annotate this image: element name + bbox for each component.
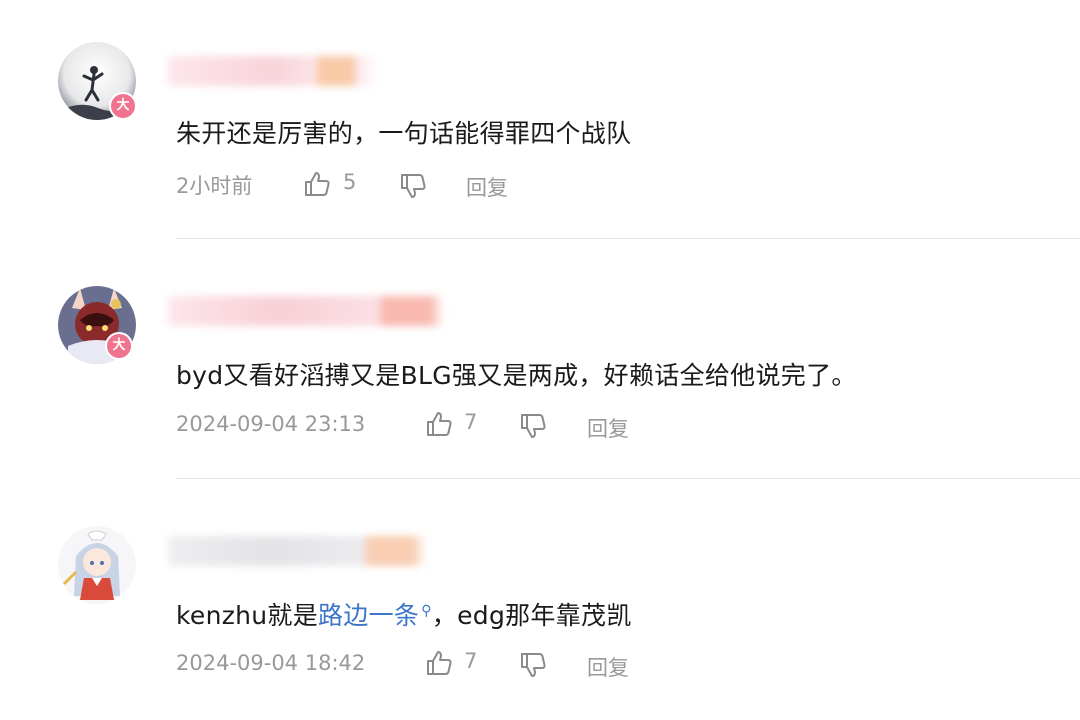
level-badge: 大 bbox=[109, 92, 137, 120]
avatar-image bbox=[58, 526, 136, 604]
thumbs-up-icon[interactable] bbox=[302, 169, 332, 199]
divider bbox=[176, 238, 1080, 239]
comment-text: 朱开还是厉害的，一句话能得罪四个战队 bbox=[176, 119, 632, 148]
like-count: 7 bbox=[464, 410, 478, 434]
reply-button[interactable]: 回复 bbox=[587, 652, 629, 682]
username[interactable] bbox=[168, 296, 444, 326]
thumbs-up-icon[interactable] bbox=[424, 409, 454, 439]
search-icon[interactable]: ⚲ bbox=[421, 603, 432, 619]
like-count: 5 bbox=[343, 170, 357, 194]
thumbs-down-icon[interactable] bbox=[518, 411, 548, 441]
username[interactable] bbox=[168, 56, 378, 86]
reply-button[interactable]: 回复 bbox=[466, 172, 508, 202]
timestamp: 2024-09-04 18:42 bbox=[176, 651, 366, 675]
avatar[interactable] bbox=[58, 526, 136, 604]
comment-text: kenzhu就是路边一条 ⚲，edg那年靠茂凯 bbox=[176, 596, 632, 632]
comment-item: kenzhu就是路边一条 ⚲，edg那年靠茂凯 2024-09-04 18:42 … bbox=[0, 480, 1080, 720]
comment-text-before: kenzhu就是 bbox=[176, 601, 319, 630]
divider bbox=[176, 478, 1080, 479]
comment-text-after: ，edg那年靠茂凯 bbox=[431, 601, 632, 630]
timestamp: 2024-09-04 23:13 bbox=[176, 412, 366, 436]
like-count: 7 bbox=[464, 649, 478, 673]
thumbs-up-icon[interactable] bbox=[424, 648, 454, 678]
comment-text: byd又看好滔搏又是BLG强又是两成，好赖话全给他说完了。 bbox=[176, 361, 857, 390]
username[interactable] bbox=[168, 536, 426, 566]
timestamp: 2小时前 bbox=[176, 174, 253, 198]
comment-item: 大 byd又看好滔搏又是BLG强又是两成，好赖话全给他说完了。 2024-09-… bbox=[0, 240, 1080, 480]
search-link[interactable]: 路边一条 bbox=[318, 601, 419, 630]
thumbs-down-icon[interactable] bbox=[518, 650, 548, 680]
reply-button[interactable]: 回复 bbox=[587, 413, 629, 443]
level-badge: 大 bbox=[105, 332, 133, 360]
comment-item: 大 朱开还是厉害的，一句话能得罪四个战队 2小时前 5 回复 bbox=[0, 0, 1080, 240]
thumbs-down-icon[interactable] bbox=[398, 171, 428, 201]
